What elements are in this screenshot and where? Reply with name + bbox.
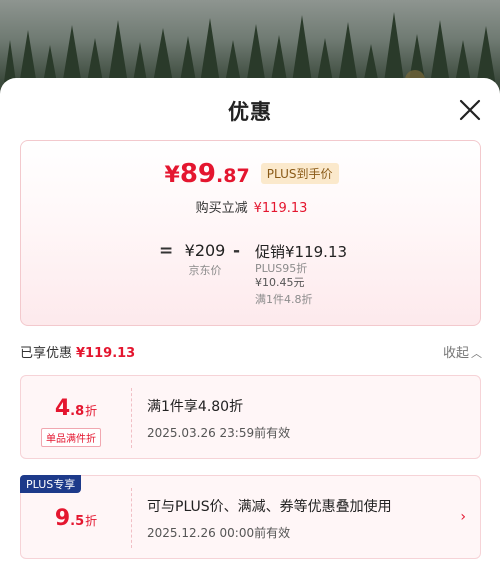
price-summary-card: ¥89.87 PLUS到手价 购买立减 ¥119.13 = ¥209 京东价 - …	[20, 140, 481, 326]
final-price: ¥89.87	[165, 159, 250, 189]
coupon-expiry: 2025.12.26 00:00前有效	[147, 526, 291, 540]
original-price-label: 京东价	[188, 264, 222, 277]
chevron-up-icon: ︿	[471, 347, 482, 360]
coupon-discount: 9.5折	[21, 506, 131, 531]
close-icon[interactable]	[458, 98, 482, 122]
enjoyed-label: 已享优惠	[20, 346, 73, 361]
original-price: ¥209	[184, 241, 226, 260]
final-price-row: ¥89.87 PLUS到手价	[21, 159, 482, 189]
discount-decimal: .5	[70, 514, 85, 529]
discount-integer: 4	[54, 396, 71, 421]
promotion-value: 促销¥119.13	[255, 243, 348, 261]
multi-item-discount-label: 满1件4.8折	[255, 293, 313, 306]
coupon-title: 满1件享4.80折	[147, 399, 244, 415]
price-integer: 89	[179, 159, 216, 189]
price-decimal: .87	[216, 165, 250, 187]
plus-discount-amount: ¥10.45元	[255, 276, 305, 289]
coupon-divider	[131, 388, 132, 448]
coupon-divider	[131, 488, 132, 548]
chevron-right-icon[interactable]: ›	[460, 509, 466, 525]
coupon-value-block: 4.8折 单品满件折	[21, 376, 131, 460]
reduce-label: 购买立减	[195, 201, 248, 216]
original-price-block: ¥209 京东价	[181, 241, 229, 278]
plus-discount-label: PLUS95折	[255, 262, 308, 275]
instant-reduce-row: 购买立减 ¥119.13	[21, 197, 482, 216]
coupon-discount: 4.8折	[21, 396, 131, 421]
enjoyed-value: ¥119.13	[76, 346, 136, 361]
discount-integer: 9	[54, 506, 71, 531]
coupon-value-block: 9.5折	[21, 476, 131, 560]
discount-decimal: .8	[70, 404, 85, 419]
enjoyed-discount: 已享优惠 ¥119.13	[20, 342, 135, 361]
coupon-title: 可与PLUS价、满减、券等优惠叠加使用	[147, 499, 392, 515]
discount-coupon[interactable]: 4.8折 单品满件折 满1件享4.80折 2025.03.26 23:59前有效	[20, 375, 481, 459]
discount-sheet: 优惠 ¥89.87 PLUS到手价 购买立减 ¥119.13 = ¥209 京东价…	[0, 78, 500, 580]
reduce-value: ¥119.13	[253, 201, 308, 216]
coupon-expiry: 2025.03.26 23:59前有效	[147, 426, 291, 440]
minus-sign: -	[233, 241, 241, 261]
sheet-title: 优惠	[228, 100, 272, 124]
coupon-info: 可与PLUS价、满减、券等优惠叠加使用 2025.12.26 00:00前有效	[147, 496, 392, 541]
plus-coupon[interactable]: PLUS专享 9.5折 可与PLUS价、满减、券等优惠叠加使用 2025.12.…	[20, 475, 481, 559]
price-formula: = ¥209 京东价 - 促销¥119.13 PLUS95折 ¥10.45元 满…	[21, 241, 482, 321]
discount-unit: 折	[85, 404, 98, 418]
promotion-block: 促销¥119.13 PLUS95折 ¥10.45元 满1件4.8折	[255, 241, 347, 307]
currency-symbol: ¥	[164, 163, 180, 188]
collapse-button[interactable]: 收起 ︿	[443, 342, 482, 361]
discount-unit: 折	[85, 514, 98, 528]
coupon-info: 满1件享4.80折 2025.03.26 23:59前有效	[147, 396, 290, 441]
collapse-label: 收起	[442, 346, 469, 361]
plus-price-tag: PLUS到手价	[260, 163, 339, 184]
coupon-type-tag: 单品满件折	[41, 428, 101, 447]
equals-sign: =	[159, 241, 174, 261]
